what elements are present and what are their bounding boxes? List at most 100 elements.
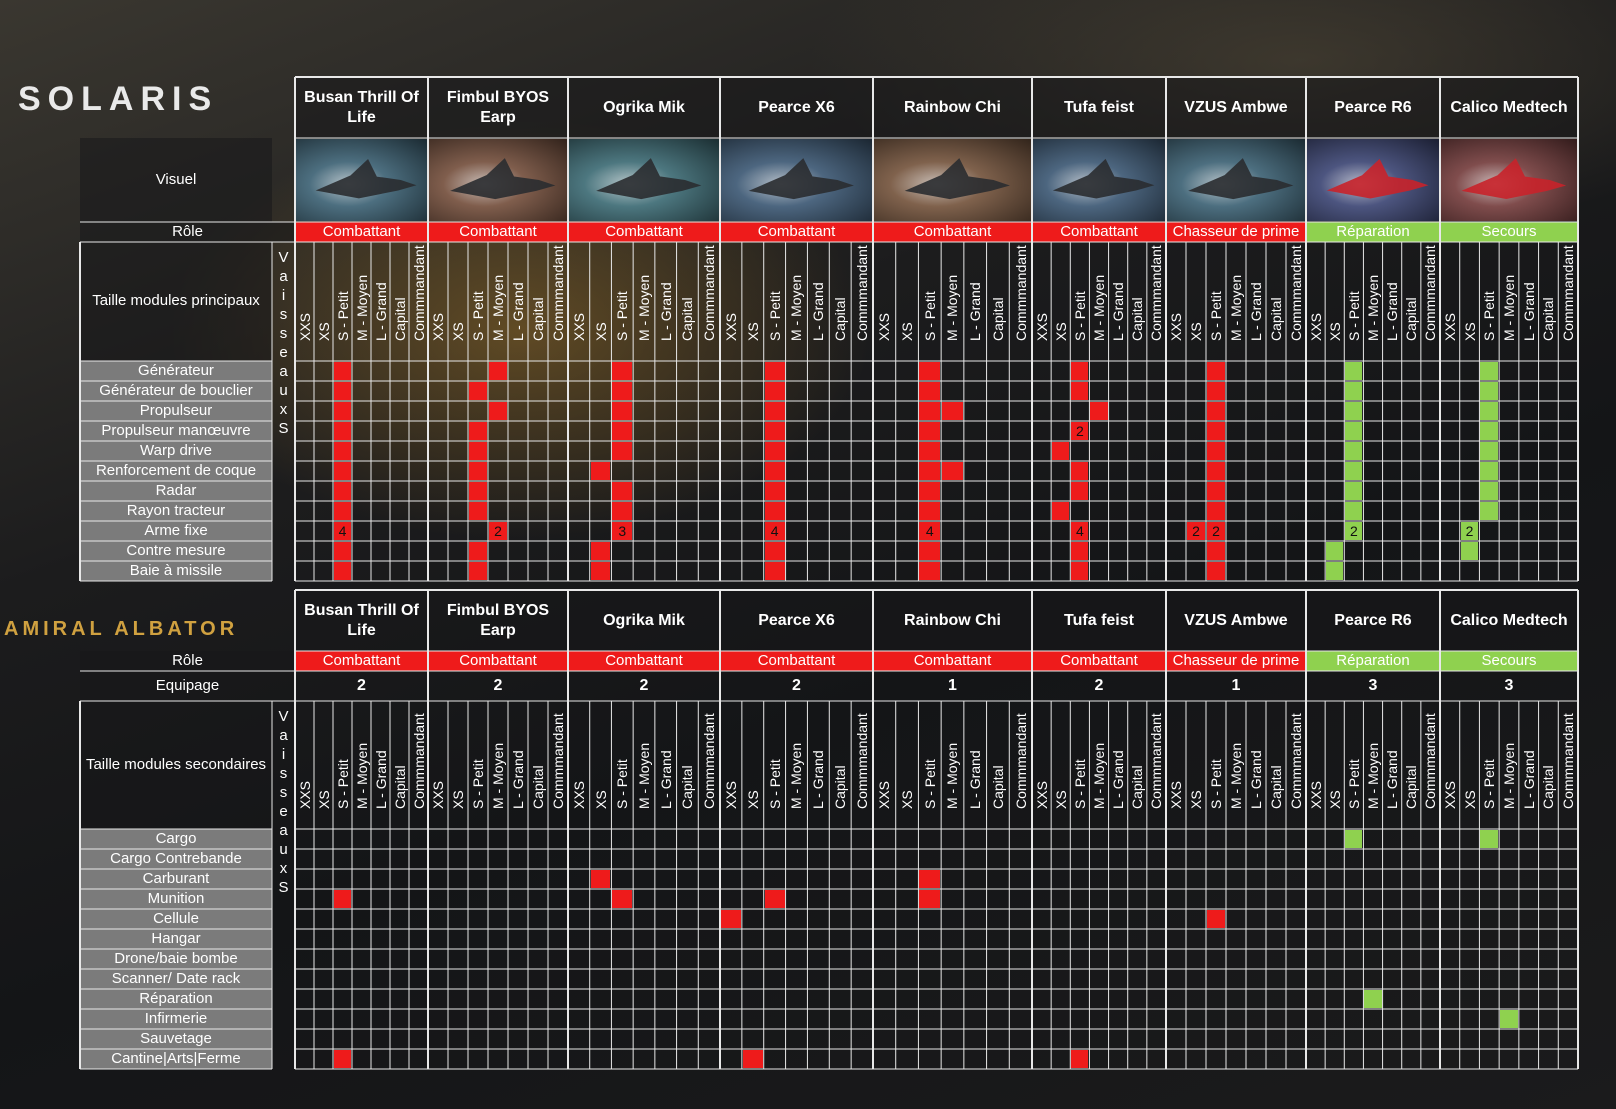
bottom-crew-count: 2 (357, 677, 366, 694)
top-role-badge: Combattant (295, 222, 428, 242)
bottom-ship-name: Fimbul BYOS Earp (428, 590, 568, 651)
top-size-label: M - Moyen (1226, 242, 1246, 581)
bottom-row-label: Cargo (80, 829, 272, 849)
bottom-module-mark (919, 870, 941, 888)
top-module-mark (1207, 362, 1225, 380)
bottom-size-label: XXS (568, 701, 590, 1069)
size-label-text: Capital (679, 297, 696, 341)
top-module-mark (489, 362, 507, 380)
size-label-text: M - Moyen (490, 742, 506, 809)
size-label-text: S - Petit (1481, 291, 1498, 341)
top-module-mark (1052, 502, 1070, 520)
size-label-text: XS (1052, 322, 1069, 341)
solaris-logo: SOLARIS (18, 80, 219, 118)
top-row-label: Renforcement de coque (80, 461, 272, 481)
bottom-role-badge: Réparation (1306, 651, 1440, 671)
top-module-mark (1480, 402, 1499, 420)
top-module-mark (942, 462, 963, 480)
top-row-label: Générateur (80, 361, 272, 381)
bottom-module-mark (590, 870, 611, 888)
top-size-label: Commmandant (1558, 242, 1578, 581)
bottom-size-label: Capital (1266, 701, 1286, 1069)
bottom-module-mark (612, 890, 633, 908)
top-size-label: L - Grand (1246, 242, 1266, 581)
top-row-label: Baie à missile (80, 561, 272, 581)
size-label-text: L - Grand (1248, 750, 1264, 809)
side-label-letter: u (279, 841, 288, 858)
bottom-size-label: XXS (873, 701, 896, 1069)
top-size-label: Capital (1539, 242, 1559, 581)
size-label-text: Capital (989, 297, 1006, 341)
bottom-size-label: XXS (720, 701, 742, 1069)
size-label-text: Commmandant (1422, 713, 1439, 809)
bottom-row-label: Réparation (80, 989, 272, 1009)
size-label-text: XXS (1441, 312, 1458, 341)
bottom-role-badge: Combattant (873, 651, 1032, 671)
size-label-text: Commmandant (550, 245, 566, 341)
top-module-mark: 3 (612, 522, 633, 540)
size-label-text: L - Grand (657, 282, 674, 341)
top-size-label: XXS (873, 242, 896, 581)
size-label-text: Capital (1540, 297, 1557, 341)
top-ship-visual (1307, 139, 1439, 221)
top-size-label: XS (1325, 242, 1344, 581)
size-label-text: Capital (530, 765, 546, 809)
bottom-size-label: XS (1051, 701, 1070, 1069)
top-module-mark (764, 482, 785, 500)
bottom-size-label: XS (896, 701, 919, 1069)
top-module-mark (469, 422, 487, 440)
top-size-label: M - Moyen (1363, 242, 1382, 581)
bottom-size-label: S - Petit (468, 701, 488, 1069)
top-size-label: L - Grand (1519, 242, 1539, 581)
bottom-size-label: Capital (987, 701, 1010, 1069)
size-label-text: M - Moyen (1228, 742, 1244, 809)
size-label-text: XXS (430, 312, 446, 341)
size-label-text: L - Grand (810, 750, 827, 809)
top-module-mark (764, 502, 785, 520)
bottom-size-label: XXS (1166, 701, 1186, 1069)
top-module-mark (764, 442, 785, 460)
bottom-ship-name: Calico Medtech (1440, 590, 1578, 651)
bottom-size-label: M - Moyen (488, 701, 508, 1069)
size-label-text: S - Petit (334, 291, 351, 341)
top-module-mark (1207, 542, 1225, 560)
top-module-mark (469, 382, 487, 400)
amiral-albator-logo: AMIRAL ALBATOR (4, 618, 239, 640)
size-label-text: XS (315, 322, 332, 341)
bottom-size-label: M - Moyen (941, 701, 964, 1069)
side-label-letter: a (279, 268, 288, 285)
top-module-mark: 2 (489, 522, 507, 540)
top-module-mark (919, 502, 941, 520)
side-label-letter: x (279, 401, 288, 418)
top-size-label: Capital (390, 242, 409, 581)
size-label-text: S - Petit (921, 291, 938, 341)
size-label-text: S - Petit (334, 759, 351, 809)
top-module-mark: 2 (1207, 522, 1225, 540)
size-label-text: XXS (1168, 780, 1184, 809)
bottom-ship-name: Pearce X6 (720, 590, 873, 651)
size-label-text: M - Moyen (353, 742, 370, 809)
top-size-label: Capital (1128, 242, 1147, 581)
bottom-size-label: S - Petit (1070, 701, 1089, 1069)
top-size-label: XS (896, 242, 919, 581)
top-module-mark (334, 402, 351, 420)
top-module-mark (1071, 462, 1089, 480)
bottom-size-label: Capital (829, 701, 851, 1069)
bottom-module-mark (1500, 1010, 1518, 1028)
top-row-label: Radar (80, 481, 272, 501)
top-role-badge: Combattant (568, 222, 720, 242)
size-label-text: M - Moyen (1364, 274, 1381, 341)
bottom-module-mark (1480, 830, 1499, 848)
bottom-size-label: XXS (428, 701, 448, 1069)
top-module-mark (764, 462, 785, 480)
bottom-size-label: M - Moyen (1226, 701, 1246, 1069)
top-role-badge: Chasseur de prime (1166, 222, 1306, 242)
top-module-mark: 2 (1187, 522, 1205, 540)
size-label-text: Commmandant (1012, 713, 1029, 809)
top-visuel-label: Visuel (80, 138, 272, 222)
size-label-text: XXS (1033, 780, 1050, 809)
size-label-text: XS (1461, 790, 1478, 809)
top-size-label: Commmandant (1421, 242, 1440, 581)
bottom-crew-count: 2 (493, 677, 503, 694)
size-label-text: L - Grand (1110, 750, 1127, 809)
